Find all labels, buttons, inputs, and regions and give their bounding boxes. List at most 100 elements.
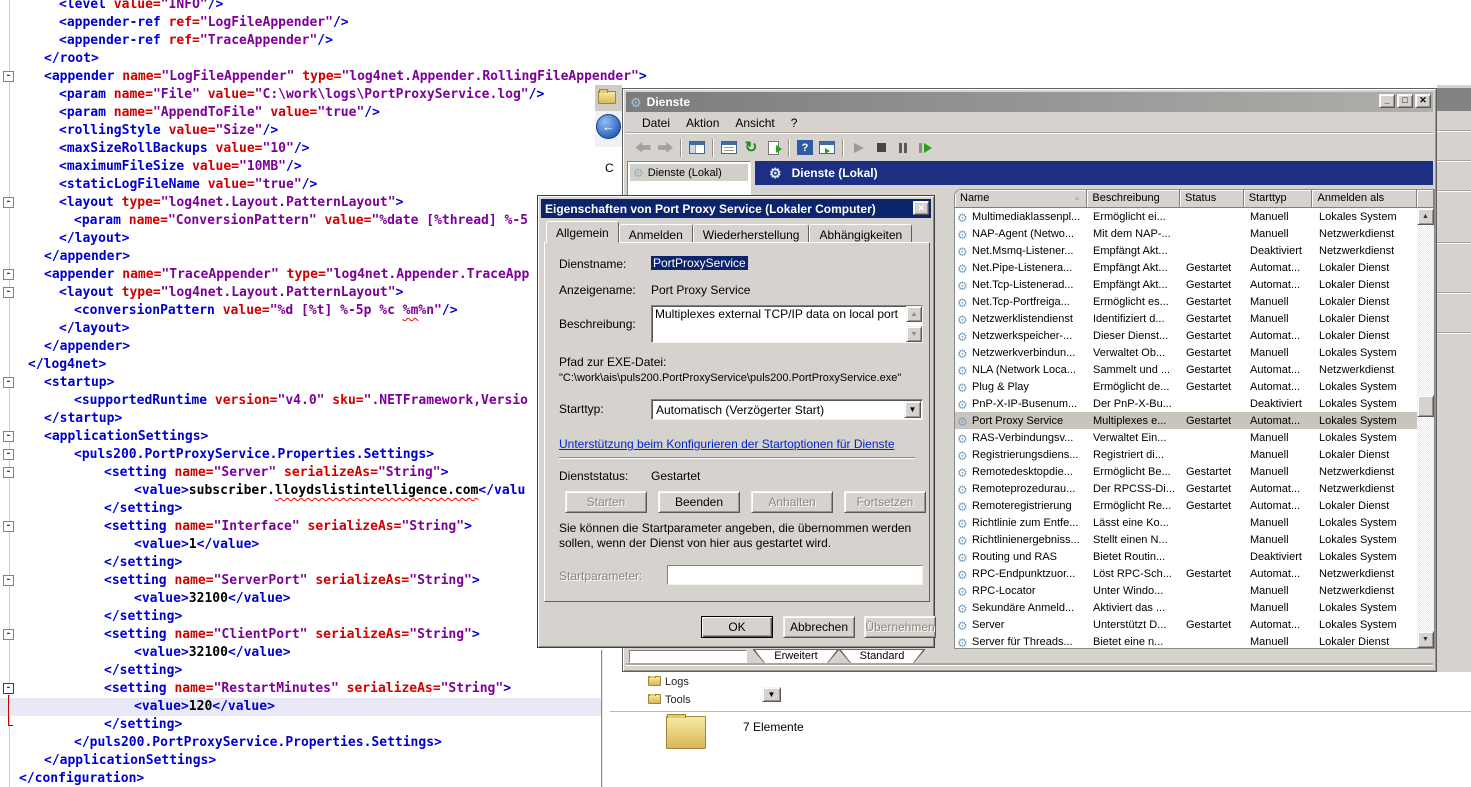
code-line[interactable]: <appender name="LogFileAppender" type="l… bbox=[14, 68, 654, 86]
dialog-tab-anmelden[interactable]: Anmelden bbox=[619, 224, 693, 243]
column-header-name[interactable]: Name▲ bbox=[955, 190, 1087, 208]
service-row-netzwerkverbindun-[interactable]: ⚙Netzwerkverbindun...Verwaltet Ob...Gest… bbox=[955, 344, 1419, 361]
toolbar-show-tree-icon[interactable] bbox=[686, 138, 708, 158]
service-row-nla-network-loca-[interactable]: ⚙NLA (Network Loca...Sammelt und ...Gest… bbox=[955, 361, 1419, 378]
toolbar-refresh-icon[interactable]: ↻ bbox=[740, 138, 762, 158]
service-row-remoteprozedurau-[interactable]: ⚙Remoteprozedurau...Der RPCSS-Di...Gesta… bbox=[955, 480, 1419, 497]
apply-button[interactable]: Übernehmen bbox=[864, 616, 936, 638]
service-row-routing-und-ras[interactable]: ⚙Routing und RASBietet Routin...Deaktivi… bbox=[955, 548, 1419, 565]
service-row-netzwerkspeicher-[interactable]: ⚙Netzwerkspeicher-...Dieser Dienst...Ges… bbox=[955, 327, 1419, 344]
back-button[interactable]: ← bbox=[596, 114, 621, 139]
service-row-server-f-r-threads-[interactable]: ⚙Server für Threads...Bietet eine n...Ma… bbox=[955, 633, 1419, 649]
menu-item-datei[interactable]: Datei bbox=[642, 116, 670, 130]
code-line[interactable]: <value>120</value> bbox=[0, 698, 601, 716]
code-line[interactable]: </applicationSettings> bbox=[14, 752, 654, 770]
toolbar-back-icon[interactable] bbox=[632, 138, 654, 158]
code-line[interactable]: <setting name="RestartMinutes" serialize… bbox=[14, 680, 654, 698]
pause-button[interactable]: Anhalten bbox=[751, 491, 833, 513]
service-row-richtlinienergebniss-[interactable]: ⚙Richtlinienergebniss...Stellt einen N..… bbox=[955, 531, 1419, 548]
services-titlebar[interactable]: ⚙ Dienste _ □ ✕ bbox=[626, 92, 1433, 112]
service-row-net-msmq-listener-[interactable]: ⚙Net.Msmq-Listener...Empfängt Akt...Deak… bbox=[955, 242, 1419, 259]
dialog-tab-abhängigkeiten[interactable]: Abhängigkeiten bbox=[809, 224, 912, 243]
toolbar-stop-icon[interactable] bbox=[870, 138, 892, 158]
code-line[interactable]: </puls200.PortProxyService.Properties.Se… bbox=[14, 734, 654, 752]
fold-marker[interactable]: - bbox=[3, 431, 14, 442]
toolbar-forward-icon[interactable] bbox=[654, 138, 676, 158]
service-row-remoteregistrierung[interactable]: ⚙RemoteregistrierungErmöglicht Re...Gest… bbox=[955, 497, 1419, 514]
maximize-button[interactable]: □ bbox=[1397, 94, 1413, 108]
toolbar-export-list-icon[interactable] bbox=[762, 138, 784, 158]
code-line[interactable]: </configuration> bbox=[14, 770, 654, 787]
dropdown-button[interactable]: ▼ bbox=[762, 687, 781, 702]
service-row-rpc-endpunktzuor-[interactable]: ⚙RPC-Endpunktzuor...Löst RPC-Sch...Gesta… bbox=[955, 565, 1419, 582]
menu-item-aktion[interactable]: Aktion bbox=[686, 116, 719, 130]
service-row-net-pipe-listenera-[interactable]: ⚙Net.Pipe-Listenera...Empfängt Akt...Ges… bbox=[955, 259, 1419, 276]
resume-button[interactable]: Fortsetzen bbox=[844, 491, 926, 513]
service-row-net-tcp-portfreiga-[interactable]: ⚙Net.Tcp-Portfreiga...Ermöglicht es...Ge… bbox=[955, 293, 1419, 310]
code-line[interactable]: <param name="File" value="C:\work\logs\P… bbox=[14, 86, 654, 104]
fold-marker[interactable]: - bbox=[3, 683, 14, 694]
view-tab-standard[interactable]: Standard bbox=[839, 650, 925, 664]
service-row-port-proxy-service[interactable]: ⚙Port Proxy ServiceMultiplexes e...Gesta… bbox=[955, 412, 1419, 429]
service-row-sekund-re-anmeld-[interactable]: ⚙Sekundäre Anmeld...Aktiviert das ...Man… bbox=[955, 599, 1419, 616]
fold-marker[interactable]: - bbox=[3, 71, 14, 82]
scroll-down-icon[interactable]: ▼ bbox=[906, 326, 922, 342]
folder-item[interactable]: Logs bbox=[648, 676, 689, 688]
code-line[interactable]: </setting> bbox=[14, 716, 654, 734]
toolbar-pause-icon[interactable] bbox=[892, 138, 914, 158]
chevron-down-icon[interactable]: ▼ bbox=[904, 401, 921, 418]
startoptions-help-link[interactable]: Unterstützung beim Konfigurieren der Sta… bbox=[559, 437, 895, 451]
toolbar-help-icon[interactable]: ? bbox=[794, 138, 816, 158]
cancel-button[interactable]: Abbrechen bbox=[783, 616, 855, 638]
column-header-status[interactable]: Status bbox=[1180, 190, 1244, 208]
folder-item[interactable]: Tools bbox=[648, 694, 691, 706]
dialog-titlebar[interactable]: Eigenschaften von Port Proxy Service (Lo… bbox=[541, 199, 931, 218]
column-header-starttyp[interactable]: Starttyp bbox=[1244, 190, 1313, 208]
service-row-plug-play[interactable]: ⚙Plug & PlayErmöglicht de...GestartetAut… bbox=[955, 378, 1419, 395]
service-row-ras-verbindungsv-[interactable]: ⚙RAS-Verbindungsv...Verwaltet Ein...Manu… bbox=[955, 429, 1419, 446]
fold-marker[interactable]: - bbox=[3, 521, 14, 532]
code-line[interactable]: <level value="INFO"/> bbox=[14, 0, 654, 14]
toolbar-start-icon[interactable] bbox=[848, 138, 870, 158]
service-row-registrierungsdiens-[interactable]: ⚙Registrierungsdiens...Registriert di...… bbox=[955, 446, 1419, 463]
fold-marker[interactable]: - bbox=[3, 287, 14, 298]
description-field[interactable]: Multiplexes external TCP/IP data on loca… bbox=[651, 305, 923, 343]
service-row-multimediaklassenpl-[interactable]: ⚙Multimediaklassenpl...Ermöglicht ei...M… bbox=[955, 208, 1419, 225]
starttype-select[interactable]: Automatisch (Verzögerter Start) ▼ bbox=[651, 399, 923, 420]
tree-item-dienste-lokal[interactable]: ⚙ Dienste (Lokal) bbox=[630, 164, 748, 181]
view-tab-erweitert[interactable]: Erweitert bbox=[753, 650, 839, 664]
address-bar-fragment[interactable]: C bbox=[605, 161, 614, 175]
service-row-net-tcp-listenerad-[interactable]: ⚙Net.Tcp-Listenerad...Empfängt Akt...Ges… bbox=[955, 276, 1419, 293]
scroll-down-button[interactable]: ▼ bbox=[1417, 631, 1434, 648]
start-button[interactable]: Starten bbox=[565, 491, 647, 513]
scrollbar-thumb[interactable] bbox=[1417, 395, 1434, 417]
code-line[interactable]: <appender-ref ref="TraceAppender"/> bbox=[14, 32, 654, 50]
code-line[interactable]: <rollingStyle value="Size"/> bbox=[14, 122, 654, 140]
close-icon[interactable]: ✕ bbox=[913, 201, 929, 215]
minimize-button[interactable]: _ bbox=[1379, 94, 1395, 108]
dialog-tab-wiederherstellung[interactable]: Wiederherstellung bbox=[693, 224, 810, 243]
code-line[interactable]: </root> bbox=[14, 50, 654, 68]
fold-marker[interactable]: - bbox=[3, 629, 14, 640]
service-row-rpc-locator[interactable]: ⚙RPC-LocatorUnter Windo...ManuellNetzwer… bbox=[955, 582, 1419, 599]
list-scrollbar[interactable]: ▲ ▼ bbox=[1417, 208, 1434, 648]
service-row-nap-agent-netwo-[interactable]: ⚙NAP-Agent (Netwo...Mit dem NAP-...Manue… bbox=[955, 225, 1419, 242]
service-row-server[interactable]: ⚙ServerUnterstützt D...GestartetAutomat.… bbox=[955, 616, 1419, 633]
fold-marker[interactable]: - bbox=[3, 197, 14, 208]
services-list[interactable]: Name▲BeschreibungStatusStarttypAnmelden … bbox=[954, 189, 1435, 649]
scroll-up-button[interactable]: ▲ bbox=[1417, 208, 1434, 225]
stop-button[interactable]: Beenden bbox=[658, 491, 740, 513]
service-row-pnp-x-ip-busenum-[interactable]: ⚙PnP-X-IP-Busenum...Der PnP-X-Bu...Deakt… bbox=[955, 395, 1419, 412]
dialog-tab-allgemein[interactable]: Allgemein bbox=[546, 221, 619, 243]
toolbar-properties-icon[interactable] bbox=[718, 138, 740, 158]
code-line[interactable]: <appender-ref ref="LogFileAppender"/> bbox=[14, 14, 654, 32]
scroll-up-icon[interactable]: ▲ bbox=[906, 306, 922, 322]
fold-marker[interactable]: - bbox=[3, 377, 14, 388]
fold-marker[interactable]: - bbox=[3, 269, 14, 280]
code-line[interactable]: </setting> bbox=[14, 662, 654, 680]
service-row-netzwerklistendienst[interactable]: ⚙NetzwerklistendienstIdentifiziert d...G… bbox=[955, 310, 1419, 327]
menu-item-?[interactable]: ? bbox=[791, 116, 798, 130]
close-button[interactable]: ✕ bbox=[1415, 94, 1431, 108]
fold-marker[interactable]: - bbox=[3, 467, 14, 478]
fold-marker[interactable]: - bbox=[3, 449, 14, 460]
